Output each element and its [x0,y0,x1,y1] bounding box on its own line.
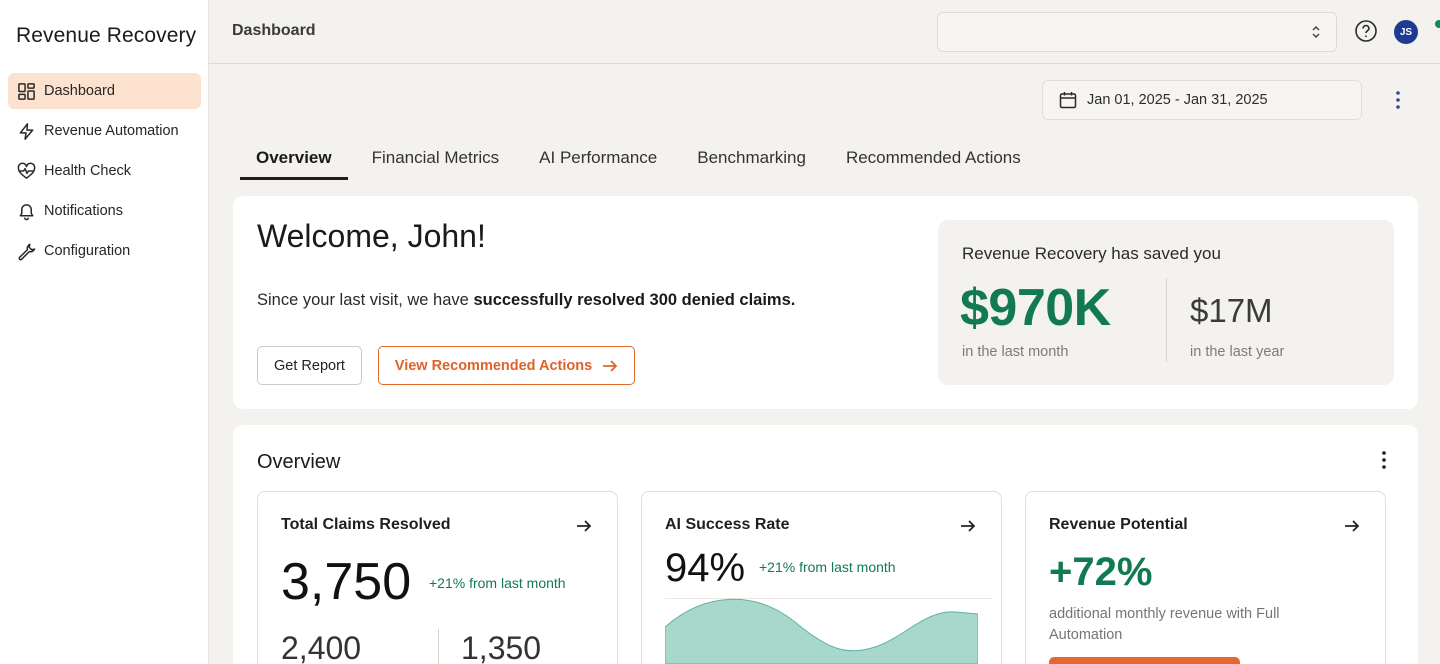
chevron-up-down-icon [1312,25,1320,39]
bell-icon [19,203,34,220]
arrow-right-icon[interactable] [1342,516,1362,536]
sidebar-item-dashboard[interactable]: Dashboard [8,73,201,109]
sidebar-item-revenue-automation[interactable]: Revenue Automation [8,113,201,149]
date-range-value: Jan 01, 2025 - Jan 31, 2025 [1087,92,1268,108]
overview-card: Overview Total Claims Resolved 3,750 +21… [233,425,1418,664]
status-indicator [1435,20,1440,28]
arrow-right-icon [603,359,618,372]
enable-automation-button[interactable] [1049,657,1240,664]
metric-value: 3,750 [281,553,412,611]
tab-bar: Overview Financial Metrics AI Performanc… [240,138,1045,180]
welcome-subtitle: Since your last visit, we have successfu… [257,291,795,310]
arrow-right-icon[interactable] [574,516,594,536]
metric-card-total-claims[interactable]: Total Claims Resolved 3,750 +21% from la… [257,491,618,664]
organization-select[interactable] [937,12,1337,52]
welcome-card: Welcome, John! Since your last visit, we… [233,196,1418,409]
view-recommended-actions-button[interactable]: View Recommended Actions [378,346,635,385]
heart-pulse-icon [17,162,36,179]
welcome-subtitle-prefix: Since your last visit, we have [257,291,474,309]
sidebar-item-health-check[interactable]: Health Check [8,153,201,189]
sidebar-item-label: Health Check [44,163,132,179]
more-options-icon[interactable] [1374,449,1394,471]
welcome-subtitle-highlight: successfully resolved 300 denied claims. [473,291,796,309]
lightning-icon [19,122,34,140]
get-report-label: Get Report [274,357,345,374]
arrow-right-icon[interactable] [958,516,978,536]
success-rate-area [665,598,978,664]
sidebar-item-notifications[interactable]: Notifications [8,193,201,229]
top-bar: Dashboard JS [209,0,1440,64]
metric-card-revenue-potential[interactable]: Revenue Potential +72% additional monthl… [1025,491,1386,664]
tab-benchmarking[interactable]: Benchmarking [681,138,822,180]
savings-year-value: $17M [1190,292,1273,329]
metric-card-ai-success-rate[interactable]: AI Success Rate 94% +21% from last month [641,491,1002,664]
date-range-picker[interactable]: Jan 01, 2025 - Jan 31, 2025 [1042,80,1362,120]
wrench-icon [18,243,36,260]
welcome-title: Welcome, John! [257,218,486,254]
metric-sub-value: 2,400 [281,630,362,664]
metric-title: AI Success Rate [665,516,790,533]
savings-divider [1166,278,1167,362]
help-icon[interactable] [1354,19,1378,43]
tab-recommended-actions[interactable]: Recommended Actions [830,138,1037,180]
sidebar-item-label: Dashboard [44,83,115,99]
tab-ai-performance[interactable]: AI Performance [523,138,673,180]
grid-icon [18,82,35,100]
brand-title: Revenue Recovery [16,24,197,47]
page-title: Dashboard [232,22,316,39]
success-rate-area-chart [665,598,978,664]
sidebar-item-label: Configuration [44,243,131,259]
sidebar-nav: Dashboard Revenue Automation Health Chec… [8,73,201,273]
metric-delta: +21% from last month [759,559,896,575]
tab-financial-metrics[interactable]: Financial Metrics [356,138,516,180]
view-recommended-actions-label: View Recommended Actions [394,357,593,374]
metric-delta: +21% from last month [429,575,566,591]
sidebar-item-label: Notifications [44,203,123,219]
savings-title: Revenue Recovery has saved you [962,244,1221,263]
user-avatar[interactable]: JS [1394,20,1418,44]
metric-divider [438,629,439,664]
savings-month-value: $970K [960,279,1111,337]
app-root: Revenue Recovery Dashboard Revenue Autom… [0,0,1440,664]
savings-month-label: in the last month [962,344,1069,360]
sidebar-item-configuration[interactable]: Configuration [8,233,201,269]
metric-description: additional monthly revenue with Full Aut… [1049,606,1280,643]
calendar-icon [1059,92,1077,109]
sidebar-item-label: Revenue Automation [44,123,179,139]
savings-year-label: in the last year [1190,344,1285,360]
metric-value: 94% [665,546,746,590]
sidebar: Revenue Recovery Dashboard Revenue Autom… [0,0,209,664]
metric-sub-value: 1,350 [461,630,542,664]
metric-value: +72% [1049,550,1153,594]
tab-overview[interactable]: Overview [240,138,348,180]
metric-title: Revenue Potential [1049,516,1188,533]
more-options-icon[interactable] [1388,88,1408,112]
get-report-button[interactable]: Get Report [257,346,362,385]
overview-title: Overview [257,451,341,473]
savings-panel: Revenue Recovery has saved you $970K in … [938,220,1394,385]
metric-title: Total Claims Resolved [281,516,451,533]
